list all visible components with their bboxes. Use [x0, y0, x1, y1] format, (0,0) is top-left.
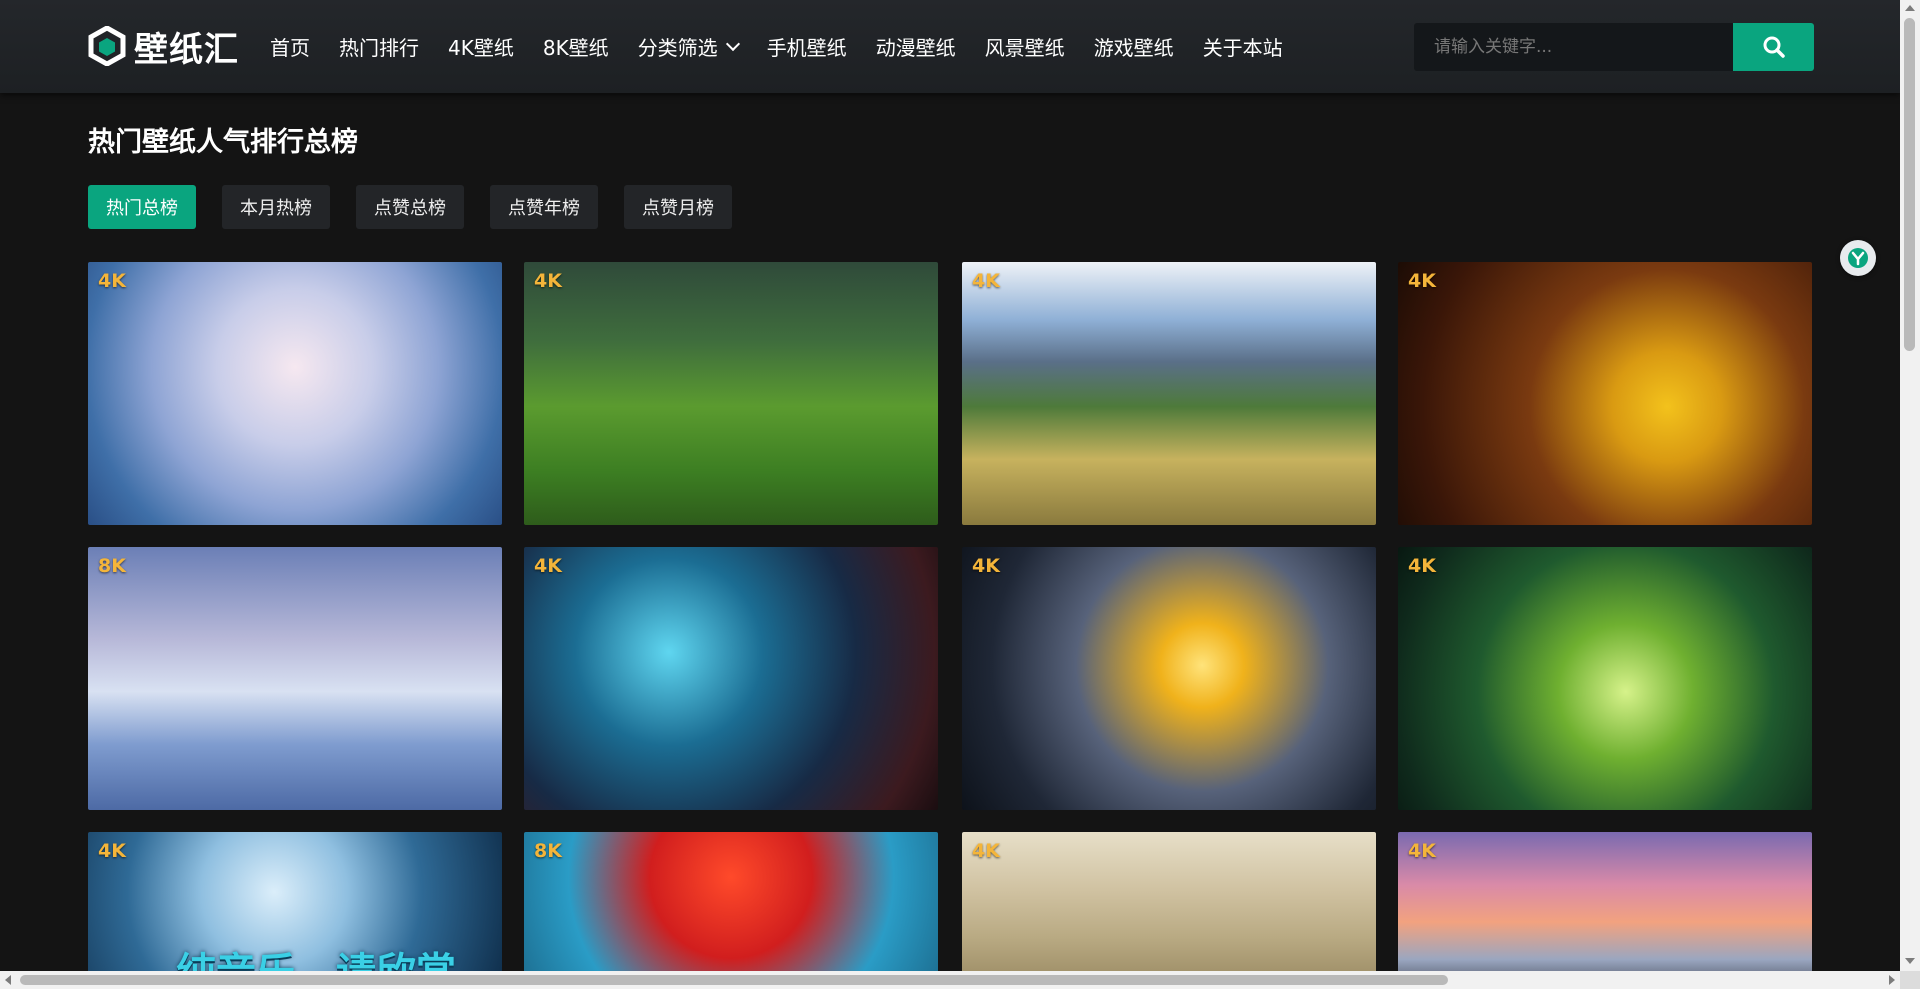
nav-item-category-filter[interactable]: 分类筛选	[637, 32, 740, 61]
nav-item-game[interactable]: 游戏壁纸	[1094, 32, 1174, 61]
nav-item-4k[interactable]: 4K壁纸	[448, 32, 514, 61]
nav-item-label: 首页	[270, 36, 310, 60]
resolution-badge: 4K	[1408, 555, 1436, 577]
search-bar	[1414, 23, 1814, 71]
logo-icon	[88, 26, 126, 66]
scroll-down-arrow-icon[interactable]	[1905, 958, 1915, 964]
wallpaper-card[interactable]: 4K	[1398, 832, 1812, 982]
nav-item-label: 分类筛选	[637, 36, 718, 60]
page-title: 热门壁纸人气排行总榜	[88, 127, 358, 158]
search-button[interactable]	[1733, 23, 1814, 71]
main-nav: 首页 热门排行 4K壁纸 8K壁纸 分类筛选 手机壁纸 动漫壁纸 风景壁纸 游戏…	[270, 0, 1312, 93]
tab-hot-total[interactable]: 热门总榜	[88, 185, 196, 229]
resolution-badge: 4K	[972, 840, 1000, 862]
nav-item-label: 热门排行	[339, 36, 419, 60]
wallpaper-card[interactable]: 8K	[88, 547, 502, 810]
wallpaper-card[interactable]: 4K	[524, 262, 938, 525]
wallpaper-card[interactable]: 4K	[962, 832, 1376, 982]
scrollbar-corner	[1900, 971, 1920, 989]
resolution-badge: 8K	[98, 555, 126, 577]
chevron-down-icon	[725, 36, 740, 51]
wallpaper-card[interactable]: 4K	[524, 547, 938, 810]
resolution-badge: 4K	[1408, 270, 1436, 292]
wallpaper-card[interactable]: 4K	[962, 547, 1376, 810]
nav-item-hot-ranking[interactable]: 热门排行	[339, 32, 419, 61]
nav-item-label: 8K壁纸	[542, 36, 609, 60]
nav-item-label: 动漫壁纸	[875, 36, 956, 60]
wallpaper-card[interactable]: 4K	[1398, 547, 1812, 810]
horizontal-scrollbar-thumb[interactable]	[20, 975, 1448, 985]
resolution-badge: 8K	[534, 840, 562, 862]
nav-item-about[interactable]: 关于本站	[1203, 32, 1283, 61]
tab-likes-month[interactable]: 点赞月榜	[624, 185, 732, 229]
tab-likes-total[interactable]: 点赞总榜	[356, 185, 464, 229]
resolution-badge: 4K	[534, 270, 562, 292]
nav-item-label: 游戏壁纸	[1093, 36, 1174, 60]
search-icon	[1763, 36, 1785, 58]
resolution-badge: 4K	[1408, 840, 1436, 862]
nav-item-label: 4K壁纸	[448, 36, 514, 60]
resolution-badge: 4K	[972, 555, 1000, 577]
wallpaper-card[interactable]: 8K	[524, 832, 938, 982]
resolution-badge: 4K	[534, 555, 562, 577]
wallpaper-card[interactable]: 4K	[1398, 262, 1812, 525]
extension-badge-icon[interactable]	[1840, 240, 1876, 276]
vertical-scrollbar-thumb[interactable]	[1904, 18, 1915, 351]
ranking-tabs: 热门总榜 本月热榜 点赞总榜 点赞年榜 点赞月榜	[88, 185, 732, 229]
top-navbar: 壁纸汇 首页 热门排行 4K壁纸 8K壁纸 分类筛选 手机壁纸 动漫壁纸 风景壁…	[0, 0, 1900, 93]
nav-item-anime[interactable]: 动漫壁纸	[876, 32, 956, 61]
wallpaper-card[interactable]: 4K 纯音乐，请欣赏	[88, 832, 502, 982]
nav-item-mobile[interactable]: 手机壁纸	[767, 32, 847, 61]
search-input[interactable]	[1414, 23, 1733, 71]
wallpaper-card[interactable]: 4K	[962, 262, 1376, 525]
resolution-badge: 4K	[98, 270, 126, 292]
logo-text: 壁纸汇	[134, 29, 239, 70]
nav-item-scenery[interactable]: 风景壁纸	[985, 32, 1065, 61]
nav-item-label: 关于本站	[1202, 36, 1283, 60]
y-logo-icon	[1848, 248, 1868, 268]
nav-item-8k[interactable]: 8K壁纸	[543, 32, 609, 61]
tab-likes-year[interactable]: 点赞年榜	[490, 185, 598, 229]
resolution-badge: 4K	[98, 840, 126, 862]
scroll-up-arrow-icon[interactable]	[1905, 5, 1915, 11]
scroll-left-arrow-icon[interactable]	[5, 975, 11, 985]
tab-month-hot[interactable]: 本月热榜	[222, 185, 330, 229]
nav-item-home[interactable]: 首页	[270, 32, 310, 61]
nav-item-label: 风景壁纸	[984, 36, 1065, 60]
nav-item-label: 手机壁纸	[766, 36, 847, 60]
resolution-badge: 4K	[972, 270, 1000, 292]
wallpaper-card[interactable]: 4K	[88, 262, 502, 525]
scroll-right-arrow-icon[interactable]	[1889, 975, 1895, 985]
site-logo[interactable]: 壁纸汇	[88, 24, 239, 70]
